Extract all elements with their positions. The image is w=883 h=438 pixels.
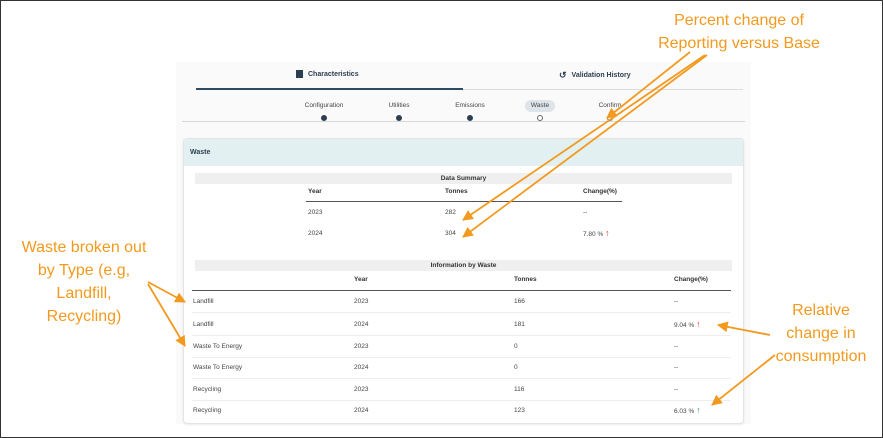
history-icon: ↺ [559,70,567,80]
waste-cell-type: Recycling [193,386,222,393]
tab-characteristics-label: Characteristics [308,70,359,78]
summary-header-change: Change(%) [583,188,617,195]
waste-cell-year: 2024 [354,364,369,371]
arrow-up-red-icon: ↑ [605,228,610,238]
annotation-relative-change: Relative change in consumption [766,299,876,368]
row-divider [192,312,731,313]
waste-cell-type: Waste To Energy [193,343,243,350]
app-window: Characteristics ↺ Validation History Con… [176,62,751,424]
waste-cell-change: -- [674,298,679,305]
card-title: Waste [184,139,743,166]
waste-header-change: Change(%) [674,276,708,283]
waste-cell-tonnes: 116 [514,386,525,393]
step-label: Emissions [455,102,485,109]
change-value: 7.80 % [583,231,604,238]
tab-characteristics[interactable]: Characteristics [296,70,359,78]
waste-cell-tonnes: 0 [514,343,518,350]
waste-header-year: Year [354,276,368,283]
waste-cell-year: 2024 [354,407,369,414]
waste-cell-change: -- [674,343,679,350]
by-waste-title: Information by Waste [195,260,732,271]
waste-cell-year: 2024 [354,321,369,328]
waste-cell-change: -- [674,386,679,393]
summary-header-rule [306,201,622,202]
waste-cell-type: Waste To Energy [193,364,243,371]
step-utilities[interactable]: Utilities [364,100,434,121]
summary-cell-tonnes: 282 [445,209,456,216]
annotation-line: Waste broken out [21,239,147,256]
waste-cell-change: 6.03 % ↑ [674,405,701,415]
summary-cell-year: 2023 [308,209,323,216]
waste-cell-year: 2023 [354,298,369,305]
waste-cell-tonnes: 166 [514,298,525,305]
waste-header-rule [192,290,731,291]
step-dot-pending [607,115,613,121]
waste-cell-tonnes: 181 [514,321,525,328]
waste-header-tonnes: Tonnes [514,276,537,283]
waste-cell-tonnes: 123 [514,407,525,414]
change-value: 9.04 % [674,322,695,329]
annotation-line: Landfill, [56,285,112,302]
summary-cell-change: -- [583,209,588,216]
summary-header-year: Year [308,188,322,195]
step-label: Waste [524,100,556,112]
annotation-percent-change: Percent change of Reporting versus Base [636,9,842,55]
step-label: Utilities [388,102,410,109]
tab-validation-history-label: Validation History [571,72,631,79]
step-emissions[interactable]: Emissions [435,100,505,121]
waste-cell-change: 9.04 % ↑ [674,319,701,329]
waste-cell-type: Landfill [193,298,214,305]
annotation-line: change in [786,325,856,342]
waste-cell-type: Recycling [193,407,222,414]
step-label: Configuration [304,102,344,109]
tab-divider [463,89,743,90]
annotation-line: Recycling) [46,308,122,325]
arrow-up-red-icon: ↑ [696,319,701,329]
annotation-line: Reporting versus Base [658,35,820,52]
step-configuration[interactable]: Configuration [289,100,359,121]
waste-cell-change: -- [674,364,679,371]
annotation-line: Relative [792,302,850,319]
step-dot-complete [321,115,327,121]
building-icon [296,70,303,78]
active-tab-indicator [196,88,463,90]
waste-cell-year: 2023 [354,386,369,393]
step-dot-pending [537,115,543,121]
annotation-line: consumption [775,348,867,365]
summary-cell-change: 7.80 % ↑ [583,228,610,238]
step-confirm[interactable]: Confirm [575,100,645,121]
summary-cell-year: 2024 [308,230,323,237]
row-divider [192,335,731,336]
summary-header-tonnes: Tonnes [445,188,468,195]
data-summary-title: Data Summary [195,173,732,184]
tab-bar: Characteristics ↺ Validation History [176,62,751,92]
waste-card: Waste Data Summary Year Tonnes Change(%)… [183,138,744,424]
row-divider [192,378,731,379]
step-dot-complete [467,115,473,121]
change-value: 6.03 % [674,408,695,415]
row-divider [192,400,731,401]
summary-cell-tonnes: 304 [445,230,456,237]
step-label: Confirm [598,102,622,109]
annotation-line: by Type (e.g, [37,262,131,279]
tab-validation-history[interactable]: ↺ Validation History [559,70,631,81]
stepper-divider [182,121,745,122]
waste-cell-year: 2023 [354,343,369,350]
row-divider [192,357,731,358]
step-waste[interactable]: Waste [505,100,575,121]
arrow-up-green-icon: ↑ [696,405,701,415]
step-dot-complete [396,115,402,121]
waste-cell-tonnes: 0 [514,364,518,371]
annotation-waste-type: Waste broken out by Type (e.g, Landfill,… [2,236,166,328]
annotation-line: Percent change of [674,12,804,29]
waste-cell-type: Landfill [193,321,214,328]
